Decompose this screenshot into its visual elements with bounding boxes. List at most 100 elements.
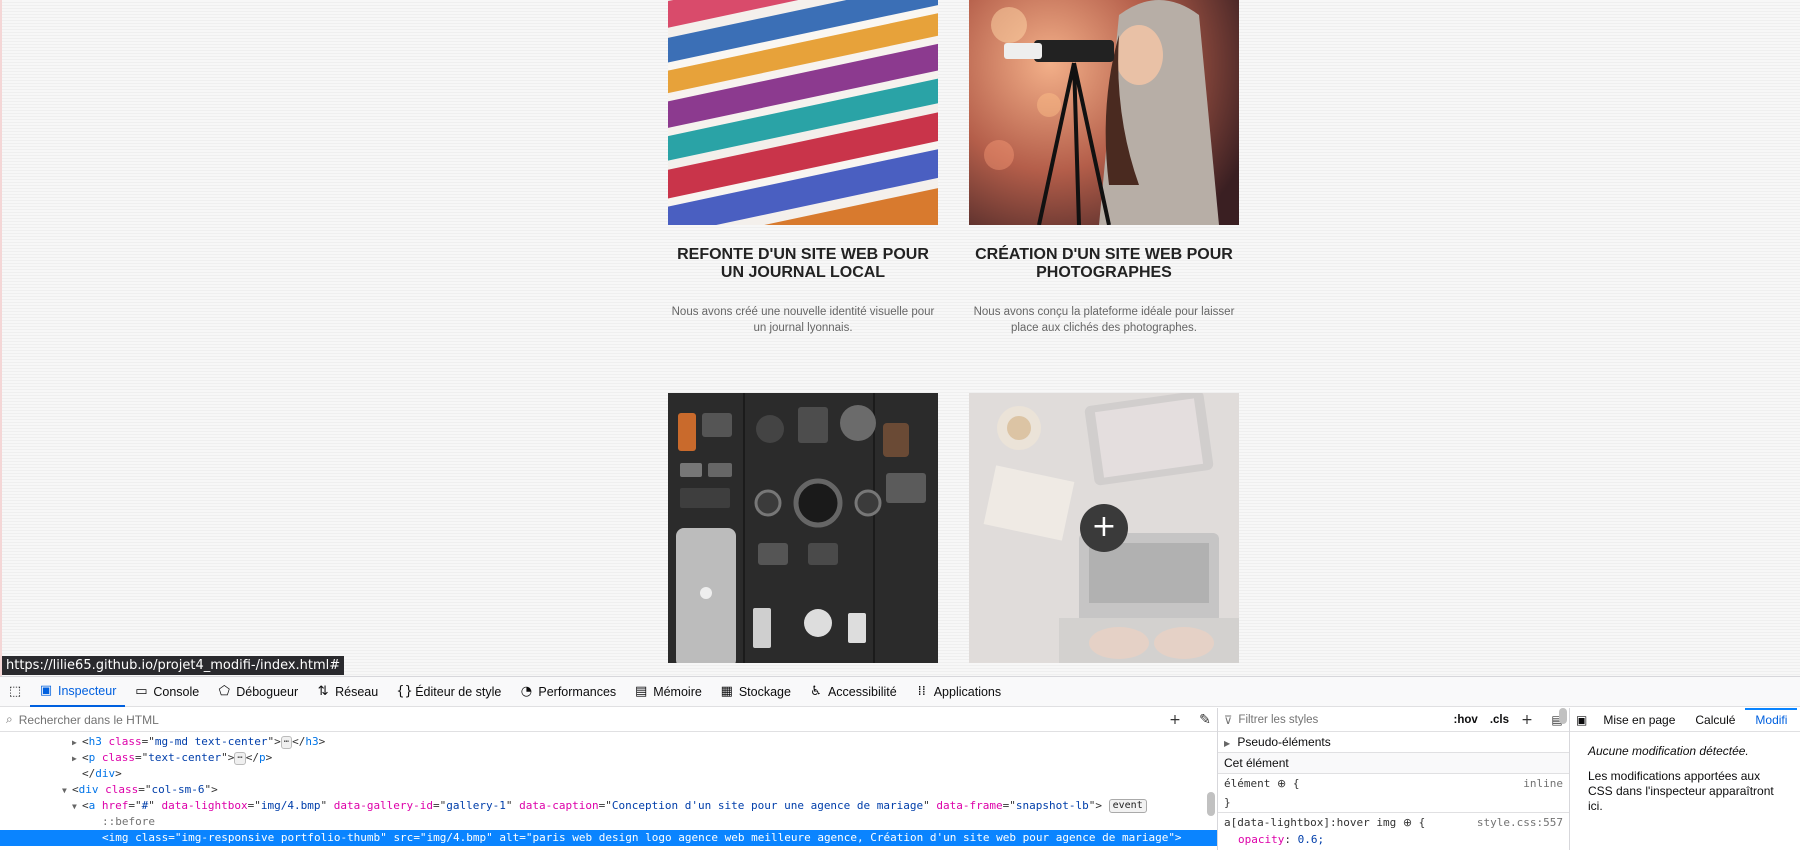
expand-arrow-icon[interactable]: ▼ [72,799,82,815]
tab-accessibilite[interactable]: ♿ Accessibilité [800,677,906,707]
element-picker-button[interactable]: ⬚ [0,677,30,707]
html-node-line[interactable]: ▶ <h3 class="mg-md text-center"> ⋯ </h3> [0,734,1217,750]
markup-token: data-gallery-id [333,799,434,812]
markup-token: src [393,831,414,844]
add-rule-icon[interactable]: + [1515,712,1539,728]
changes-description: Les modifications apportées aux CSS dans… [1588,769,1774,813]
html-search-input[interactable]: Rechercher dans le HTML [19,713,159,727]
expand-arrow-icon: ▶ [1224,739,1231,748]
rule-source: inline [1523,777,1563,790]
add-node-icon[interactable]: + [1163,712,1187,728]
element-rule[interactable]: élément ⊕ { inline [1218,774,1569,793]
property-value[interactable]: 0.6; [1298,833,1325,846]
portfolio-thumb-photographer[interactable] [969,0,1239,225]
markup-token: h3 [88,735,102,748]
collapsed-content-icon[interactable]: ⋯ [280,735,293,749]
tab-label: Stockage [738,684,791,699]
markup-token: < [82,735,89,748]
rules-pane: ⊽ Filtrer les styles :hov .cls + ▤ ▶ Pse… [1218,708,1570,850]
hov-toggle[interactable]: :hov [1454,714,1478,726]
html-scrollbar[interactable] [1207,792,1215,816]
expand-arrow-icon[interactable]: ▶ [72,751,82,767]
tab-label: Inspecteur [58,683,117,698]
markup-token: > [318,735,326,748]
markup-token: < [72,783,79,796]
debugger-icon: ⬠ [218,684,230,699]
this-element-header: Cet élément [1218,752,1569,774]
markup-token: img/4.bmp [260,799,321,812]
markup-token: < [82,751,89,764]
tab-editeur-de-style[interactable]: {} Éditeur de style [387,677,510,707]
tab-memoire[interactable]: ▤ Mémoire [625,677,711,707]
portfolio-thumb-laptop-desk[interactable]: + [969,393,1239,663]
changes-panel: Aucune modification détectée. Les modifi… [1570,732,1800,826]
card-description: Nous avons conçu la plateforme idéale po… [973,306,1235,334]
eyedropper-icon[interactable]: ✎ [1193,712,1217,728]
markup-token: data-lightbox [161,799,248,812]
expand-arrow-icon[interactable]: ▼ [62,783,72,799]
tab-calcule[interactable]: Calculé [1685,708,1745,732]
markup-token: =" [138,783,152,796]
styles-filter-input[interactable]: Filtrer les styles [1238,714,1318,726]
markup-token: " [923,799,937,812]
markup-token: "> [267,735,281,748]
side-tabs: ▣ Mise en page Calculé Modifi [1570,707,1800,732]
markup-token: < [102,831,109,844]
pseudo-elements-toggle[interactable]: ▶ Pseudo-éléments [1218,732,1569,752]
rule-source-link[interactable]: style.css:557 [1477,815,1563,830]
element-picker-icon: ⬚ [8,684,22,699]
portfolio-thumb-camera-gear[interactable] [668,393,938,663]
collapsed-content-icon[interactable]: ⋯ [234,751,246,765]
html-node-line[interactable]: ▼ <div class="col-sm-6"> [0,782,1217,798]
hover-rule[interactable]: a[data-lightbox]:hover img ⊕ { style.css… [1218,812,1569,832]
photographer-photo [969,0,1239,225]
markup-token: " [320,799,334,812]
zoom-plus-icon[interactable]: + [1080,504,1128,552]
tab-label: Réseau [335,684,379,699]
markup-token: data-caption [519,799,599,812]
event-badge[interactable]: event [1108,799,1147,813]
target-icon: ⊕ [1402,816,1413,829]
html-node-line[interactable]: ::before [0,814,1217,830]
tab-mise-en-page[interactable]: Mise en page [1593,708,1685,732]
markup-token: </ [245,751,260,764]
status-bar-url: https://lilie65.github.io/projet4_modifi… [2,656,345,675]
markup-token: class [101,751,135,764]
target-icon: ⊕ [1276,777,1287,790]
html-node-line[interactable]: ▶ <p class="text-center"> ⋯ </p> [0,750,1217,766]
tab-label: Console [153,684,200,699]
markup-token: div [95,767,116,780]
tab-modifications[interactable]: Modifi [1745,707,1798,732]
html-node-line[interactable]: ▼ <a href="#" data-lightbox="img/4.bmp" d… [0,798,1217,814]
sidebar-toggle-icon[interactable]: ▣ [1570,708,1593,732]
css-declaration[interactable]: opacity: 0.6; [1218,832,1569,847]
storage-icon: ▦ [720,684,733,699]
card-description: Nous avons créé une nouvelle identité vi… [671,306,935,334]
tab-performances[interactable]: ◔ Performances [510,677,625,707]
rules-scrollbar[interactable] [1559,708,1567,724]
markup-token: alt [499,831,520,844]
tab-reseau[interactable]: ⇅ Réseau [307,677,387,707]
tab-inspecteur[interactable]: ▣ Inspecteur [30,677,126,707]
tab-debogueur[interactable]: ⬠ Débogueur [208,677,307,707]
property-name[interactable]: opacity [1238,833,1284,846]
tab-console[interactable]: ▭ Console [125,677,208,707]
tab-label: Performances [538,684,617,699]
html-node-line[interactable]: </div> [0,766,1217,782]
search-icon: ⌕ [6,712,13,726]
markup-token: Conception d'un site pour une agence de … [611,799,924,812]
markup-token: </ [82,767,96,780]
markup-token: =" [598,799,612,812]
markup-token: =" [1002,799,1016,812]
markup-token: class [105,783,139,796]
portfolio-thumb-magazines[interactable] [668,0,938,225]
tab-stockage[interactable]: ▦ Stockage [711,677,800,707]
tab-applications[interactable]: ⁞⁞ Applications [906,677,1010,707]
page-edge [0,0,2,676]
markup-token: =" [141,735,155,748]
expand-arrow-icon[interactable]: ▶ [72,735,82,751]
cls-toggle[interactable]: .cls [1490,714,1509,726]
html-node-selected[interactable]: <img class="img-responsive portfolio-thu… [0,830,1217,846]
markup-token: class [135,831,169,844]
markup-token: =" [168,831,182,844]
